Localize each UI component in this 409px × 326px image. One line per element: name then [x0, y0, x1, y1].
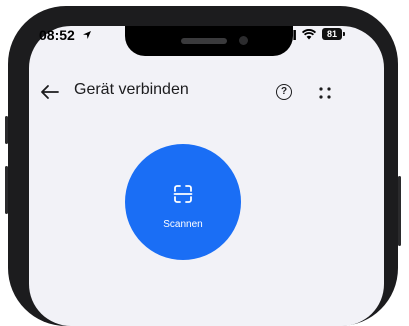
side-button: [5, 166, 8, 214]
battery-icon: 81: [322, 28, 342, 40]
scan-icon: [173, 185, 193, 203]
speaker: [181, 38, 227, 44]
scan-label: Scannen: [163, 219, 203, 230]
status-time: 08:52: [39, 27, 75, 43]
back-arrow-icon[interactable]: [40, 84, 60, 100]
front-camera: [239, 36, 248, 45]
page-title: Gerät verbinden: [74, 81, 189, 98]
help-icon[interactable]: ?: [276, 84, 292, 100]
scan-button[interactable]: Scannen: [125, 144, 241, 260]
more-icon[interactable]: [318, 86, 332, 100]
side-button: [398, 176, 401, 246]
side-button: [5, 116, 8, 144]
help-glyph: ?: [280, 86, 288, 97]
wifi-icon: [302, 29, 316, 40]
notch: [125, 26, 293, 56]
signal-icon: [282, 30, 296, 40]
battery-level: 81: [326, 29, 337, 39]
battery-tip: [343, 32, 345, 36]
location-arrow-icon: [83, 31, 91, 39]
